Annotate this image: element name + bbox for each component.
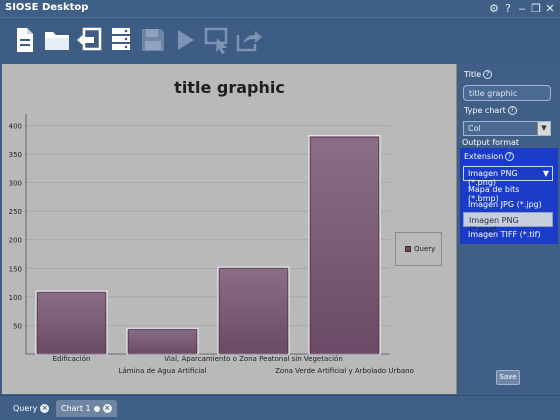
- legend-swatch: [405, 246, 411, 252]
- unsaved-dot-icon: [93, 405, 100, 412]
- help-icon[interactable]: ?: [502, 0, 514, 17]
- tab-chart-label: Chart 1: [61, 404, 91, 413]
- x-tick-label: Lámina de Agua Artificial: [119, 367, 207, 375]
- option-tif[interactable]: Imagen TIFF (*.tif): [463, 227, 553, 242]
- extension-label-row: Extension?: [464, 152, 515, 161]
- option-png[interactable]: Imagen PNG (*.png): [463, 212, 553, 234]
- option-bmp[interactable]: Mapa de bits (*.bmp): [463, 182, 553, 203]
- bar: [308, 135, 381, 355]
- window-controls: ⚙ ? ‒ ❐ ✕: [488, 0, 556, 17]
- help-icon[interactable]: ?: [483, 70, 493, 79]
- output-format-label: Output format: [462, 138, 520, 147]
- bar: [35, 290, 108, 355]
- tab-query[interactable]: Query ×: [8, 400, 54, 417]
- folder-icon: [45, 32, 69, 50]
- bar: [217, 266, 290, 355]
- close-icon[interactable]: ×: [102, 404, 112, 413]
- x-tick-label: Vial, Aparcamiento o Zona Peatonal sin V…: [164, 355, 343, 363]
- save-toolbar-button[interactable]: [138, 25, 168, 55]
- y-tick-label: 150: [9, 265, 22, 273]
- help-icon[interactable]: ?: [507, 106, 517, 115]
- extension-select[interactable]: Imagen PNG (*.png) ▼: [463, 166, 553, 187]
- help-icon[interactable]: ?: [505, 152, 515, 161]
- y-tick-label: 300: [9, 180, 22, 188]
- close-icon[interactable]: ✕: [544, 0, 556, 17]
- y-tick-label: 50: [13, 322, 22, 330]
- title-label-row: Title?: [464, 70, 493, 79]
- y-tick-label: 400: [9, 122, 22, 130]
- toolbar: [0, 17, 560, 63]
- server-icon: [112, 28, 130, 50]
- y-tick-label: 100: [9, 294, 22, 302]
- save-button[interactable]: Save: [496, 370, 520, 385]
- play-icon: [178, 30, 194, 50]
- type-chart-value: Col: [468, 124, 481, 133]
- back-button[interactable]: [74, 25, 104, 55]
- document-icon: [17, 28, 33, 52]
- close-icon[interactable]: ×: [40, 404, 50, 413]
- y-tick-label: 350: [9, 151, 22, 159]
- chart-panel: title graphic 50 100 150 200 250 300 350 400 Edi…: [2, 64, 457, 394]
- open-folder-button[interactable]: [42, 25, 72, 55]
- gear-icon[interactable]: ⚙: [488, 0, 500, 17]
- tab-chart-1[interactable]: Chart 1 ×: [56, 400, 117, 417]
- extension-label: Extension: [464, 152, 504, 161]
- tab-query-label: Query: [13, 404, 38, 413]
- title-bar: SIOSE Desktop ⚙ ? ‒ ❐ ✕: [0, 0, 560, 17]
- option-jpg[interactable]: Imagen JPG (*.jpg): [463, 197, 553, 212]
- window-title: SIOSE Desktop: [5, 2, 89, 13]
- new-document-button[interactable]: [10, 25, 40, 55]
- chevron-down-icon[interactable]: ▼: [537, 122, 550, 135]
- caret-down-icon[interactable]: ▼: [543, 169, 549, 178]
- extension-options-list: Mapa de bits (*.bmp) Imagen JPG (*.jpg) …: [463, 182, 553, 242]
- title-input[interactable]: title graphic: [463, 85, 551, 101]
- server-button[interactable]: [106, 25, 136, 55]
- run-button[interactable]: [170, 25, 200, 55]
- title-label: Title: [464, 70, 482, 79]
- restore-icon[interactable]: ❐: [530, 0, 542, 17]
- select-area-button[interactable]: [202, 25, 232, 55]
- type-chart-label: Type chart: [464, 106, 506, 115]
- x-tick-label: Zona Verde Artificial y Arbolado Urbano: [275, 367, 414, 375]
- type-chart-label-row: Type chart?: [464, 106, 517, 115]
- type-chart-select[interactable]: Col ▼: [463, 121, 551, 136]
- floppy-disk-icon: [142, 29, 164, 51]
- legend-label: Query: [414, 245, 436, 253]
- minimize-icon[interactable]: ‒: [516, 0, 528, 17]
- bar-chart: 50 100 150 200 250 300 350 400 Edificación Lámina…: [9, 114, 414, 375]
- share-arrow-icon: [236, 31, 262, 52]
- select-icon: [204, 27, 228, 54]
- export-button[interactable]: [234, 25, 264, 55]
- tab-bar: Query × Chart 1 ×: [0, 395, 560, 420]
- x-tick-label: Edificación: [53, 355, 91, 363]
- y-tick-label: 250: [9, 208, 22, 216]
- chart-legend: Query: [395, 232, 442, 266]
- back-arrow-icon: [77, 27, 102, 51]
- y-tick-label: 200: [9, 237, 22, 245]
- bar: [126, 327, 199, 355]
